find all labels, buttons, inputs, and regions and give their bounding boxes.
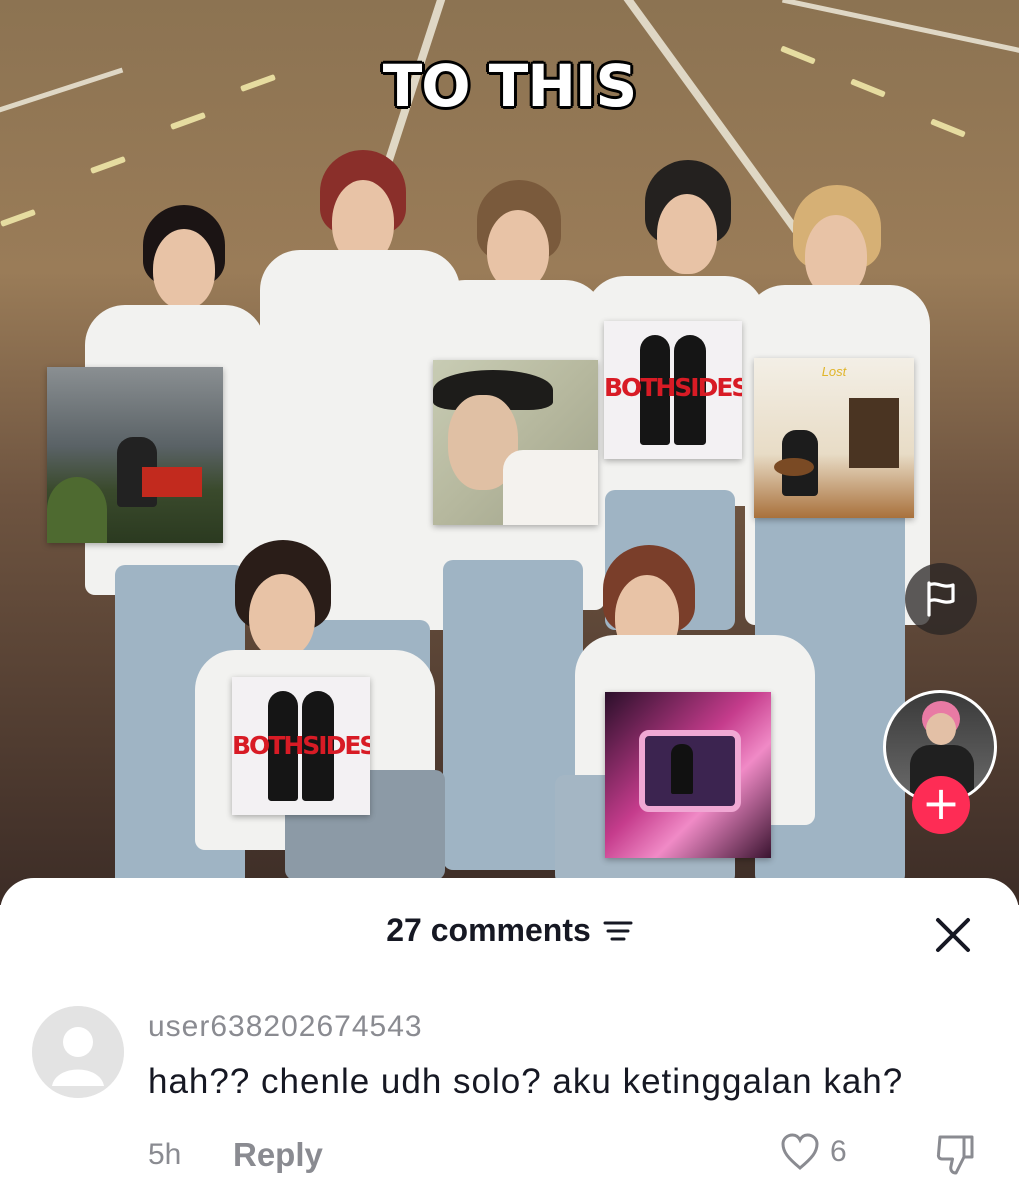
video-caption: TO THIS — [382, 52, 638, 120]
comment-text: hah?? chenle udh solo? aku ketinggalan k… — [148, 1062, 904, 1101]
close-icon[interactable] — [932, 914, 974, 956]
video-frame[interactable]: TO THIS BOTHSIDES Lost BOTHSIDES — [0, 0, 1019, 905]
report-button[interactable] — [905, 563, 977, 635]
album-cover: BOTHSIDES — [604, 321, 742, 459]
like-button[interactable]: 6 — [780, 1133, 847, 1171]
like-count: 6 — [830, 1135, 847, 1168]
reply-button[interactable]: Reply — [233, 1136, 323, 1174]
dislike-button[interactable] — [934, 1133, 978, 1182]
comment-time: 5h — [148, 1138, 182, 1171]
heart-icon — [781, 1133, 819, 1170]
road-dash — [0, 209, 36, 227]
album-cover — [47, 367, 223, 543]
album-cover — [605, 692, 771, 858]
commenter-avatar[interactable] — [32, 1006, 124, 1098]
album-cover-title: Lost — [821, 364, 847, 379]
default-avatar-icon — [32, 1006, 124, 1098]
road-dash — [90, 156, 126, 174]
comments-header: 27 comments — [0, 912, 1019, 949]
thumbs-down-icon — [936, 1135, 974, 1175]
album-cover-title: BOTHSIDES — [604, 373, 742, 402]
flag-icon — [927, 581, 955, 617]
follow-button[interactable]: + — [912, 776, 970, 834]
album-cover: Lost — [754, 358, 914, 518]
album-cover-title: BOTHSIDES — [232, 731, 370, 760]
comment-username[interactable]: user638202674543 — [148, 1010, 423, 1044]
sort-icon[interactable] — [603, 919, 633, 943]
album-cover — [433, 360, 598, 525]
album-cover: BOTHSIDES — [232, 677, 370, 815]
road-dash — [930, 118, 966, 138]
comment-count: 27 comments — [386, 912, 591, 948]
comments-sheet: 27 comments user638202674543 hah?? chenl… — [0, 878, 1019, 1199]
